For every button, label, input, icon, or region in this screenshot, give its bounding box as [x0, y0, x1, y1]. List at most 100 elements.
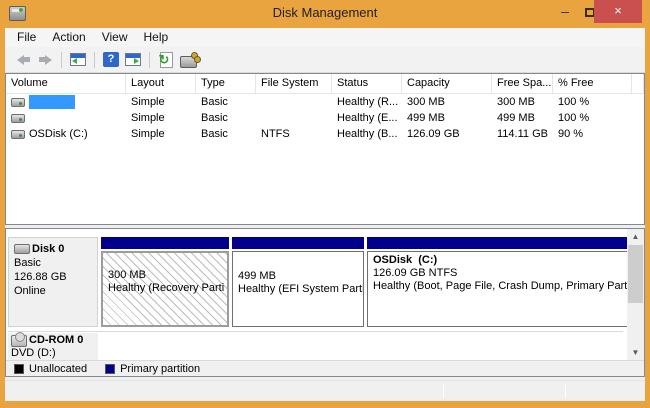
partition-size: 300 MB [108, 269, 227, 282]
column-header-layout[interactable]: Layout [126, 74, 196, 93]
close-button[interactable]: × [594, 0, 642, 23]
partition-status: Healthy (Boot, Page File, Crash Dump, Pr… [373, 280, 630, 293]
show-console-tree-icon[interactable] [67, 50, 89, 70]
disk-icon [14, 244, 30, 254]
cell-freespace: 300 MB [492, 96, 553, 108]
cdrom-info-panel[interactable]: CD-ROM 0 DVD (D:) [8, 333, 98, 360]
partition-color-band [101, 237, 229, 249]
cell-pctfree: 90 % [553, 128, 632, 140]
cell-layout: Simple [126, 128, 196, 140]
cdrom-row: CD-ROM 0 DVD (D:) [8, 333, 98, 359]
client-area: File Action View Help ? [5, 28, 645, 401]
cdrom-name: CD-ROM 0 [29, 334, 83, 347]
disk0-info-panel[interactable]: Disk 0 Basic 126.88 GB Online [8, 237, 98, 327]
partition-status: Healthy (EFI System Partit [238, 283, 363, 296]
row-divider [8, 331, 623, 332]
cell-layout: Simple [126, 112, 196, 124]
partition-size: 126.09 GB NTFS [373, 267, 630, 280]
statusbar-separator [443, 384, 444, 398]
legend-bar: Unallocated Primary partition [6, 360, 644, 376]
column-header-status[interactable]: Status [332, 74, 402, 93]
column-header-capacity[interactable]: Capacity [402, 74, 492, 93]
cell-capacity: 499 MB [402, 112, 492, 124]
column-header-volume[interactable]: Volume [6, 74, 126, 93]
table-row[interactable]: Simple Basic Healthy (R... 300 MB 300 MB… [6, 94, 644, 110]
table-row[interactable]: OSDisk (C:) Simple Basic NTFS Healthy (B… [6, 126, 644, 142]
rescan-disks-icon[interactable] [177, 50, 199, 70]
partition-color-band [232, 237, 364, 249]
cell-status: Healthy (B... [332, 128, 402, 140]
vertical-scrollbar[interactable]: ▲ ▼ [627, 229, 644, 360]
cell-capacity: 300 MB [402, 96, 492, 108]
volume-list-header: Volume Layout Type File System Status Ca… [6, 74, 644, 94]
help-icon[interactable]: ? [100, 50, 122, 70]
column-header-blank [632, 74, 644, 93]
volume-icon [11, 130, 25, 139]
partition-efi[interactable]: 499 MB Healthy (EFI System Partit [232, 237, 364, 327]
table-row[interactable]: Simple Basic Healthy (E... 499 MB 499 MB… [6, 110, 644, 126]
menu-file[interactable]: File [9, 28, 44, 47]
menu-help[interactable]: Help [136, 28, 177, 47]
scrollbar-thumb[interactable] [628, 245, 643, 303]
cell-status: Healthy (E... [332, 112, 402, 124]
volume-icon [11, 114, 25, 123]
cell-pctfree: 100 % [553, 112, 632, 124]
forward-icon[interactable] [34, 50, 56, 70]
legend-unallocated: Unallocated [14, 363, 87, 375]
disk0-row: Disk 0 Basic 126.88 GB Online 300 MB Hea… [8, 237, 623, 327]
legend-label: Primary partition [120, 363, 200, 375]
cdrom-media: DVD (D:) [11, 347, 98, 360]
column-header-freespace[interactable]: Free Spa... [492, 74, 553, 93]
partition-title: OSDisk (C:) [373, 254, 630, 267]
back-icon[interactable] [12, 50, 34, 70]
partition-color-band [367, 237, 631, 249]
cell-status: Healthy (R... [332, 96, 402, 108]
cell-freespace: 114.11 GB [492, 128, 553, 140]
status-bar [5, 380, 645, 401]
cell-filesystem: NTFS [256, 128, 332, 140]
cell-type: Basic [196, 96, 256, 108]
legend-primary-partition: Primary partition [105, 363, 200, 375]
menu-action[interactable]: Action [44, 28, 93, 47]
cell-freespace: 499 MB [492, 112, 553, 124]
refresh-icon[interactable]: ↻ [155, 50, 177, 70]
disk-graph-canvas: Disk 0 Basic 126.88 GB Online 300 MB Hea… [6, 229, 644, 360]
menu-view[interactable]: View [94, 28, 136, 47]
disk0-size: 126.88 GB [14, 270, 97, 284]
statusbar-separator [565, 384, 566, 398]
cell-layout: Simple [126, 96, 196, 108]
disk0-status: Online [14, 284, 97, 298]
window-title: Disk Management [0, 5, 650, 20]
toolbar-separator [149, 52, 150, 68]
show-action-pane-icon[interactable] [122, 50, 144, 70]
cdrom-icon [11, 335, 27, 347]
scroll-up-icon[interactable]: ▲ [627, 229, 644, 244]
partition-recovery[interactable]: 300 MB Healthy (Recovery Parti [101, 237, 229, 327]
column-header-type[interactable]: Type [196, 74, 256, 93]
toolbar-separator [61, 52, 62, 68]
volume-icon [11, 98, 25, 107]
disk-management-window: Disk Management – × File Action View Hel… [0, 0, 650, 408]
minimize-button[interactable]: – [558, 3, 572, 19]
column-header-pctfree[interactable]: % Free [553, 74, 632, 93]
scroll-down-icon[interactable]: ▼ [627, 345, 644, 360]
volume-name: OSDisk (C:) [29, 128, 88, 140]
cell-capacity: 126.09 GB [402, 128, 492, 140]
title-bar[interactable]: Disk Management – × [0, 0, 650, 28]
disk0-type: Basic [14, 256, 97, 270]
menu-bar: File Action View Help [5, 28, 645, 47]
toolbar: ? ↻ [5, 47, 645, 73]
graphical-view: Disk 0 Basic 126.88 GB Online 300 MB Hea… [5, 228, 645, 377]
cell-type: Basic [196, 128, 256, 140]
partition-osdisk[interactable]: OSDisk (C:) 126.09 GB NTFS Healthy (Boot… [367, 237, 631, 327]
partition-size: 499 MB [238, 270, 363, 283]
cell-pctfree: 100 % [553, 96, 632, 108]
column-header-filesystem[interactable]: File System [256, 74, 332, 93]
disk0-name: Disk 0 [32, 242, 64, 256]
toolbar-separator [94, 52, 95, 68]
legend-label: Unallocated [29, 363, 87, 375]
partitions-strip: 300 MB Healthy (Recovery Parti 499 MB He… [101, 237, 631, 327]
selected-volume-highlight[interactable] [29, 95, 75, 109]
volume-list: Volume Layout Type File System Status Ca… [5, 73, 645, 225]
primary-partition-swatch [105, 364, 115, 374]
